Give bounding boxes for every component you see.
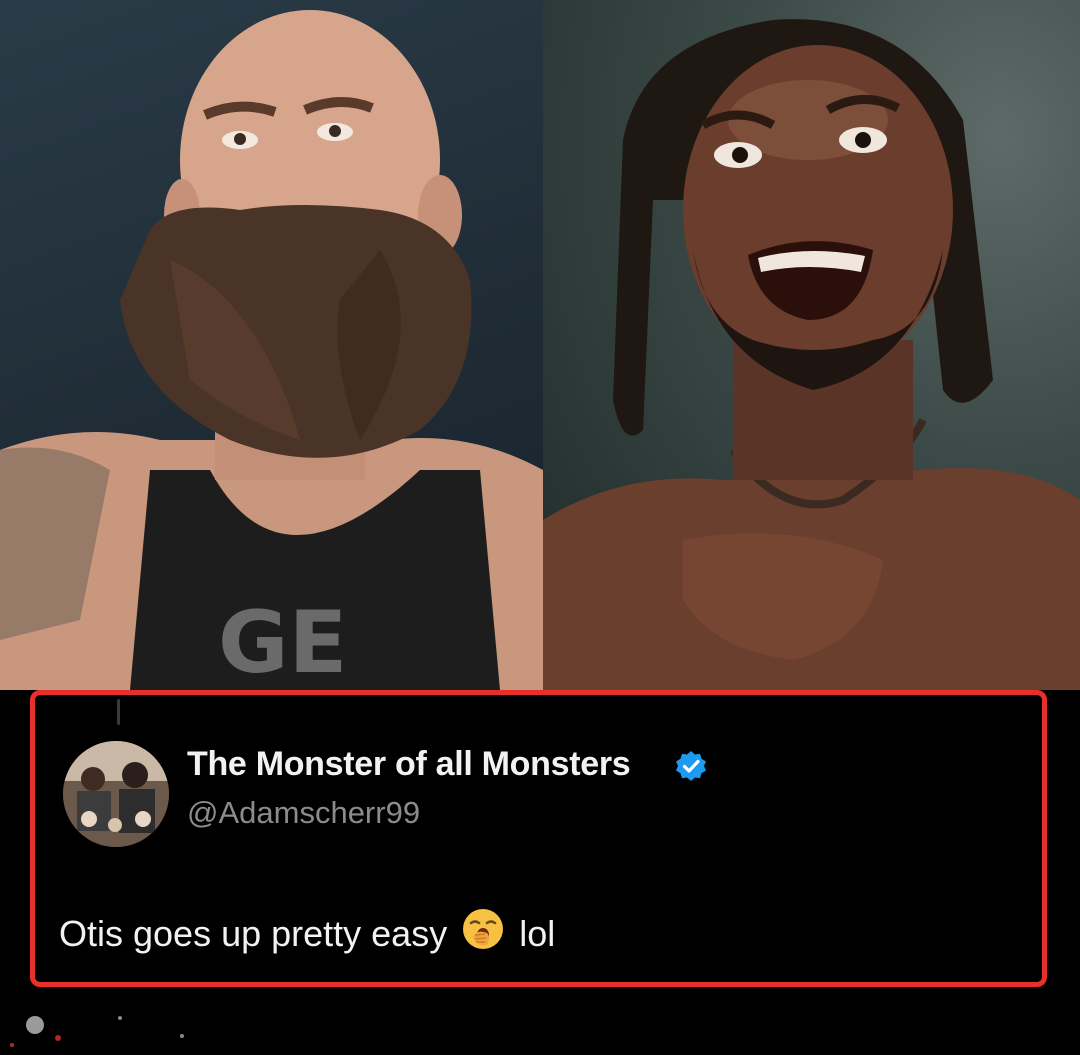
tweet-body: Otis goes up pretty easy lol: [59, 907, 555, 960]
header-photos: GE: [0, 0, 1080, 690]
tweet-card[interactable]: The Monster of all Monsters @Adamscherr9…: [30, 690, 1047, 987]
avatar[interactable]: [63, 741, 169, 847]
user-handle[interactable]: @Adamscherr99: [187, 795, 420, 831]
wrestler-photo-right: [543, 0, 1080, 690]
wrestler-photo-left: GE: [0, 0, 543, 690]
tweet-text-main: Otis goes up pretty easy: [59, 912, 448, 954]
thread-line: [117, 699, 120, 725]
display-name[interactable]: The Monster of all Monsters: [187, 745, 631, 784]
verified-badge-icon: [675, 750, 707, 782]
shirt-text: GE: [218, 593, 347, 690]
tweet-text-suffix: lol: [519, 912, 556, 954]
background-specks: [10, 1016, 184, 1047]
yawning-face-emoji-icon: [461, 907, 505, 960]
